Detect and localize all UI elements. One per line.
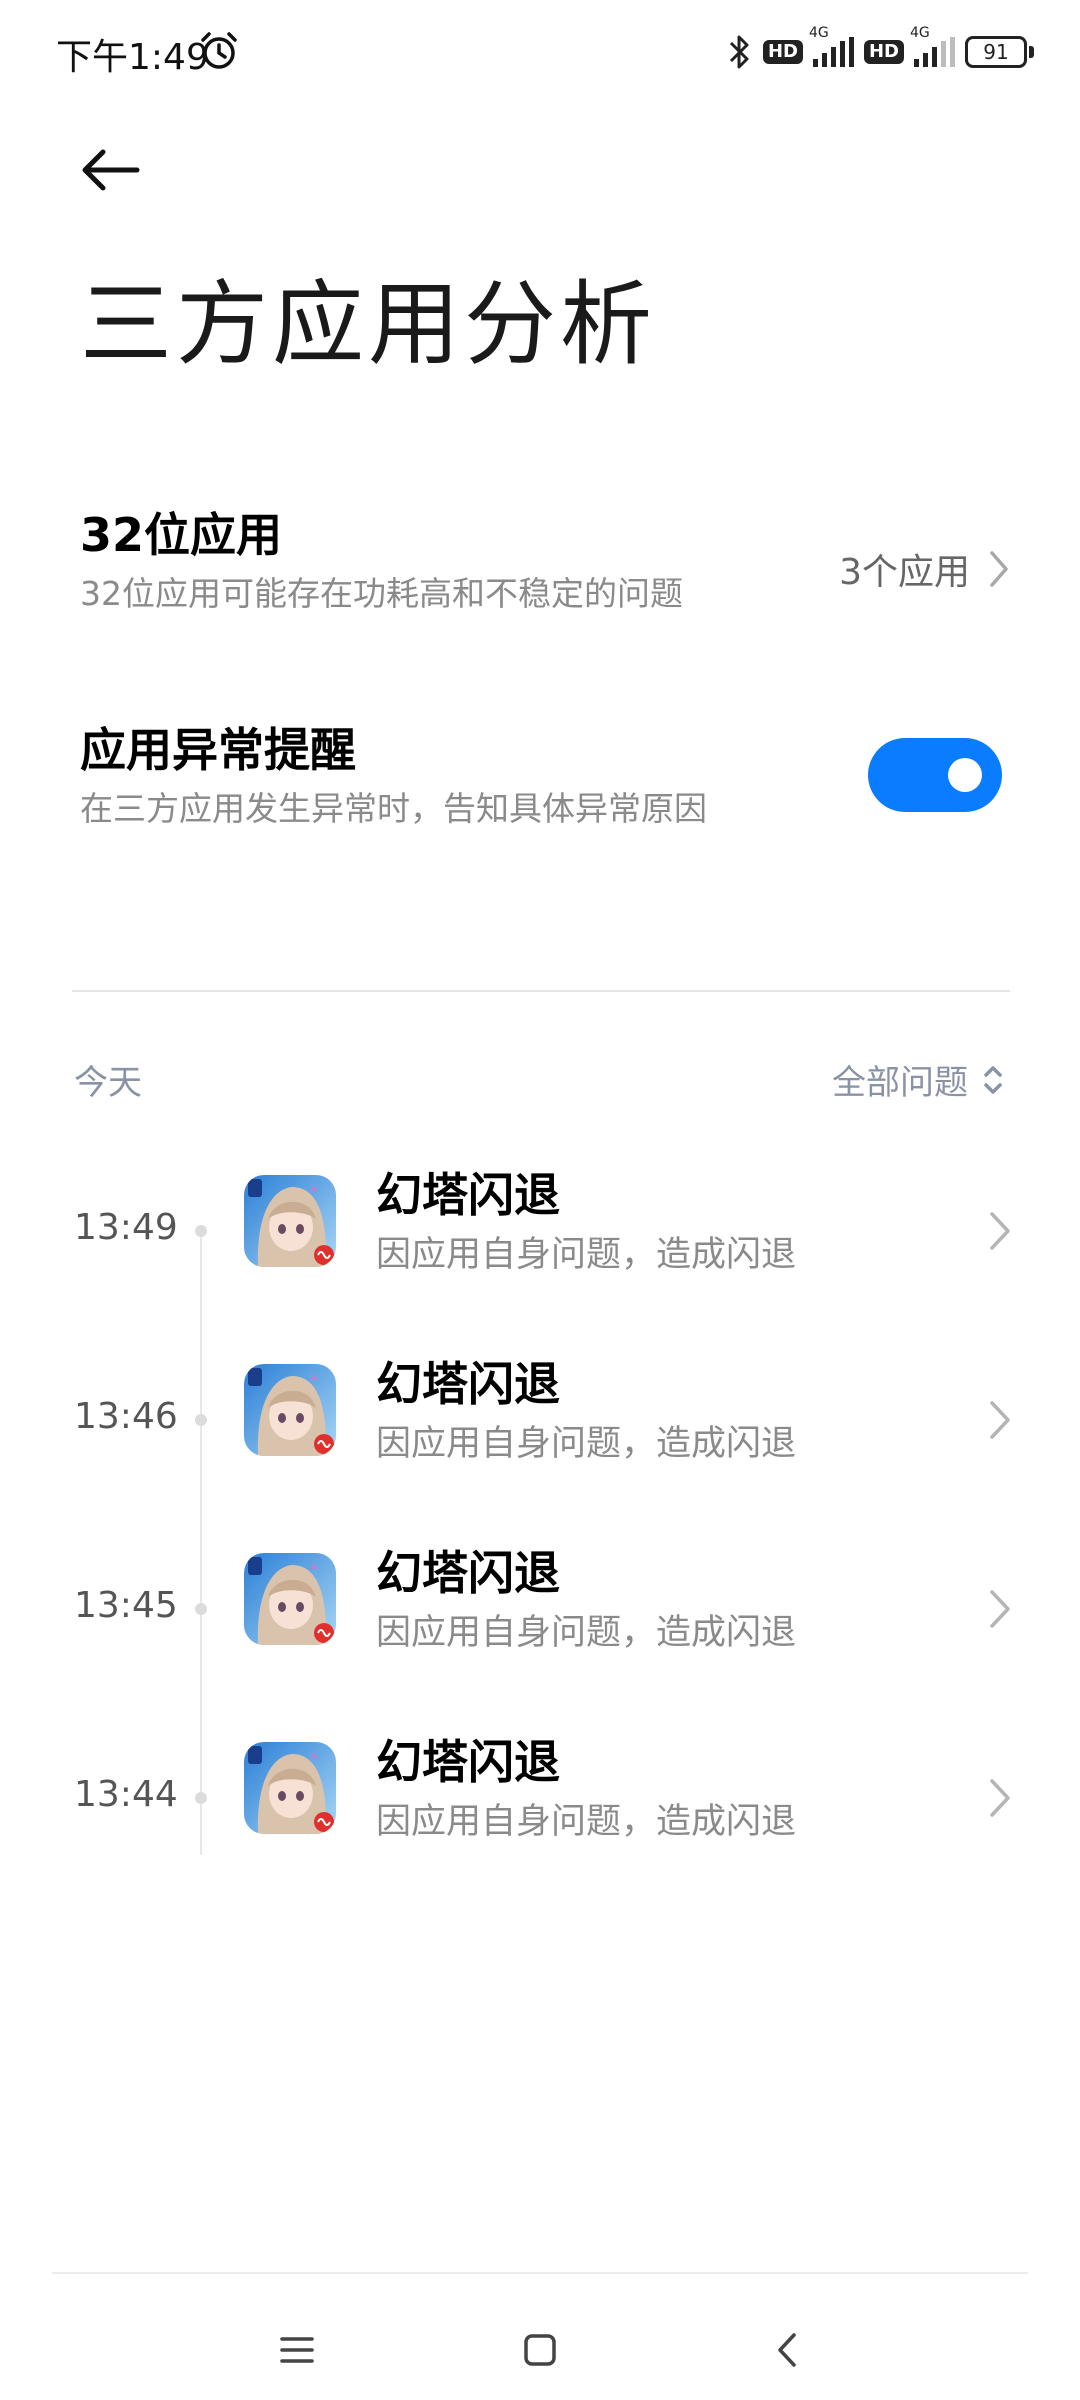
setting-32bit-value: 3个应用 xyxy=(839,543,1010,595)
event-row[interactable]: 13:45 幻塔闪退因应用自身问题，造成闪退 xyxy=(0,1543,1080,1693)
event-title: 幻塔闪退 xyxy=(376,1168,560,1222)
app-icon xyxy=(244,1364,336,1456)
signal-strength-icon-2: 4G xyxy=(910,25,955,67)
battery-level: 91 xyxy=(983,40,1009,64)
menu-icon xyxy=(280,2337,314,2363)
hd-badge: HD xyxy=(762,40,803,64)
app-icon xyxy=(244,1175,336,1267)
nav-divider xyxy=(52,2272,1028,2274)
event-subtitle: 因应用自身问题，造成闪退 xyxy=(376,1235,797,1275)
screen: 下午1:49 HD 4G HD 4G 91 三方应用分析 32位应用 32位应用… xyxy=(0,0,1080,2400)
section-divider xyxy=(72,990,1010,992)
event-row[interactable]: 13:46 幻塔闪退因应用自身问题，造成闪退 xyxy=(0,1354,1080,1504)
event-row[interactable]: 13:44 幻塔闪退因应用自身问题，造成闪退 xyxy=(0,1732,1080,1882)
filter-row: 今天 全部问题 xyxy=(74,1055,1004,1115)
app-icon xyxy=(244,1553,336,1645)
status-bar: 下午1:49 HD 4G HD 4G 91 xyxy=(0,0,1080,100)
sort-updown-icon xyxy=(984,1065,1002,1094)
event-time: 13:46 xyxy=(74,1396,178,1437)
nav-back-button[interactable] xyxy=(752,2315,822,2385)
app-icon xyxy=(244,1742,336,1834)
timeline-dot xyxy=(195,1792,207,1804)
chevron-right-icon xyxy=(990,1401,1010,1439)
alert-toggle[interactable] xyxy=(868,738,1002,812)
event-title: 幻塔闪退 xyxy=(376,1735,560,1789)
app-count-label: 3个应用 xyxy=(839,552,970,593)
event-time: 13:44 xyxy=(74,1774,178,1815)
nav-home-button[interactable] xyxy=(505,2315,575,2385)
battery-icon: 91 xyxy=(965,36,1034,68)
timeline-dot xyxy=(195,1414,207,1426)
issue-filter-button[interactable]: 全部问题 xyxy=(832,1055,1004,1104)
event-title: 幻塔闪退 xyxy=(376,1546,560,1600)
back-button[interactable] xyxy=(70,130,150,210)
hd-badge-2: HD xyxy=(863,40,904,64)
network-type-label: 4G xyxy=(808,25,829,41)
chevron-right-icon xyxy=(990,551,1008,587)
back-chevron-icon xyxy=(778,2333,796,2367)
nav-menu-button[interactable] xyxy=(262,2315,332,2385)
status-icons: HD 4G HD 4G 91 xyxy=(727,25,1034,74)
event-time: 13:45 xyxy=(74,1585,178,1626)
page-title: 三方应用分析 xyxy=(80,271,657,378)
chevron-right-icon xyxy=(990,1779,1010,1817)
arrow-left-icon xyxy=(82,149,140,191)
signal-strength-icon: 4G xyxy=(809,25,854,67)
date-group-label: 今天 xyxy=(74,1063,142,1103)
event-subtitle: 因应用自身问题，造成闪退 xyxy=(376,1613,797,1653)
status-time: 下午1:49 xyxy=(56,37,209,78)
chevron-right-icon xyxy=(990,1590,1010,1628)
bluetooth-icon xyxy=(729,35,749,69)
event-subtitle: 因应用自身问题，造成闪退 xyxy=(376,1802,797,1842)
timeline-dot xyxy=(195,1225,207,1237)
home-square-icon xyxy=(524,2334,556,2366)
setting-app-anomaly-alert: 应用异常提醒 在三方应用发生异常时，告知具体异常原因 xyxy=(80,720,1010,850)
issue-filter-label: 全部问题 xyxy=(832,1063,968,1103)
event-time: 13:49 xyxy=(74,1207,178,1248)
navigation-bar xyxy=(0,2290,1080,2400)
chevron-right-icon xyxy=(990,1212,1010,1250)
setting-32bit-apps[interactable]: 32位应用 32位应用可能存在功耗高和不稳定的问题 3个应用 xyxy=(80,505,1010,635)
event-title: 幻塔闪退 xyxy=(376,1357,560,1411)
timeline-dot xyxy=(195,1603,207,1615)
setting-alert-subtitle: 在三方应用发生异常时，告知具体异常原因 xyxy=(80,789,707,828)
event-row[interactable]: 13:49 幻塔闪退因应用自身问题，造成闪退 xyxy=(0,1165,1080,1315)
toggle-knob xyxy=(948,758,982,792)
network-type-label-2: 4G xyxy=(910,25,930,41)
event-subtitle: 因应用自身问题，造成闪退 xyxy=(376,1424,797,1464)
alarm-clock-icon xyxy=(201,32,237,69)
